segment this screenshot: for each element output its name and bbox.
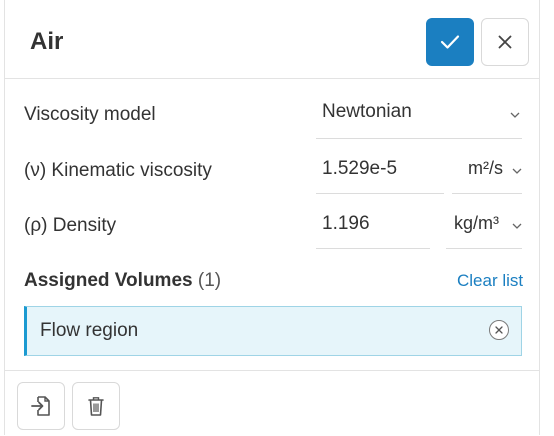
viscosity-model-value: Newtonian — [322, 101, 412, 122]
checkmark-icon — [440, 35, 460, 49]
density-input[interactable]: 1.196 — [316, 211, 430, 249]
import-icon — [31, 396, 50, 416]
kinematic-viscosity-unit: m²/s — [468, 158, 503, 178]
kinematic-viscosity-label: (ν) Kinematic viscosity — [24, 160, 212, 181]
kinematic-viscosity-value: 1.529e-5 — [322, 158, 398, 179]
assigned-volumes-count: (1) — [197, 270, 222, 291]
delete-button[interactable] — [72, 382, 120, 430]
chevron-down-icon — [510, 112, 520, 118]
close-icon — [498, 35, 512, 49]
viscosity-model-label: Viscosity model — [24, 104, 156, 125]
confirm-button[interactable] — [426, 18, 474, 66]
density-value: 1.196 — [322, 213, 370, 234]
remove-volume-button[interactable] — [489, 320, 509, 340]
assigned-volumes-label: Assigned Volumes — [24, 270, 193, 291]
assigned-volumes-heading: Assigned Volumes (1) — [24, 270, 221, 292]
density-unit: kg/m³ — [454, 213, 499, 233]
volume-name: Flow region — [40, 320, 139, 341]
list-item[interactable]: Flow region — [24, 306, 522, 356]
kinematic-viscosity-unit-select[interactable]: m²/s — [452, 156, 522, 194]
trash-icon — [88, 397, 104, 416]
close-icon — [495, 326, 503, 334]
chevron-down-icon — [512, 223, 522, 229]
panel-header: Air — [5, 0, 539, 79]
close-button[interactable] — [481, 18, 529, 66]
density-unit-select[interactable]: kg/m³ — [446, 211, 522, 249]
chevron-down-icon — [512, 168, 522, 174]
material-panel: Air Viscosity model Newtonian (ν) Kinema… — [4, 0, 540, 435]
panel-title: Air — [30, 28, 64, 55]
import-button[interactable] — [17, 382, 65, 430]
clear-list-link[interactable]: Clear list — [457, 271, 523, 291]
density-label: (ρ) Density — [24, 215, 117, 236]
kinematic-viscosity-input[interactable]: 1.529e-5 — [316, 156, 444, 194]
viscosity-model-select[interactable]: Newtonian — [316, 99, 522, 139]
panel-footer — [5, 370, 539, 436]
